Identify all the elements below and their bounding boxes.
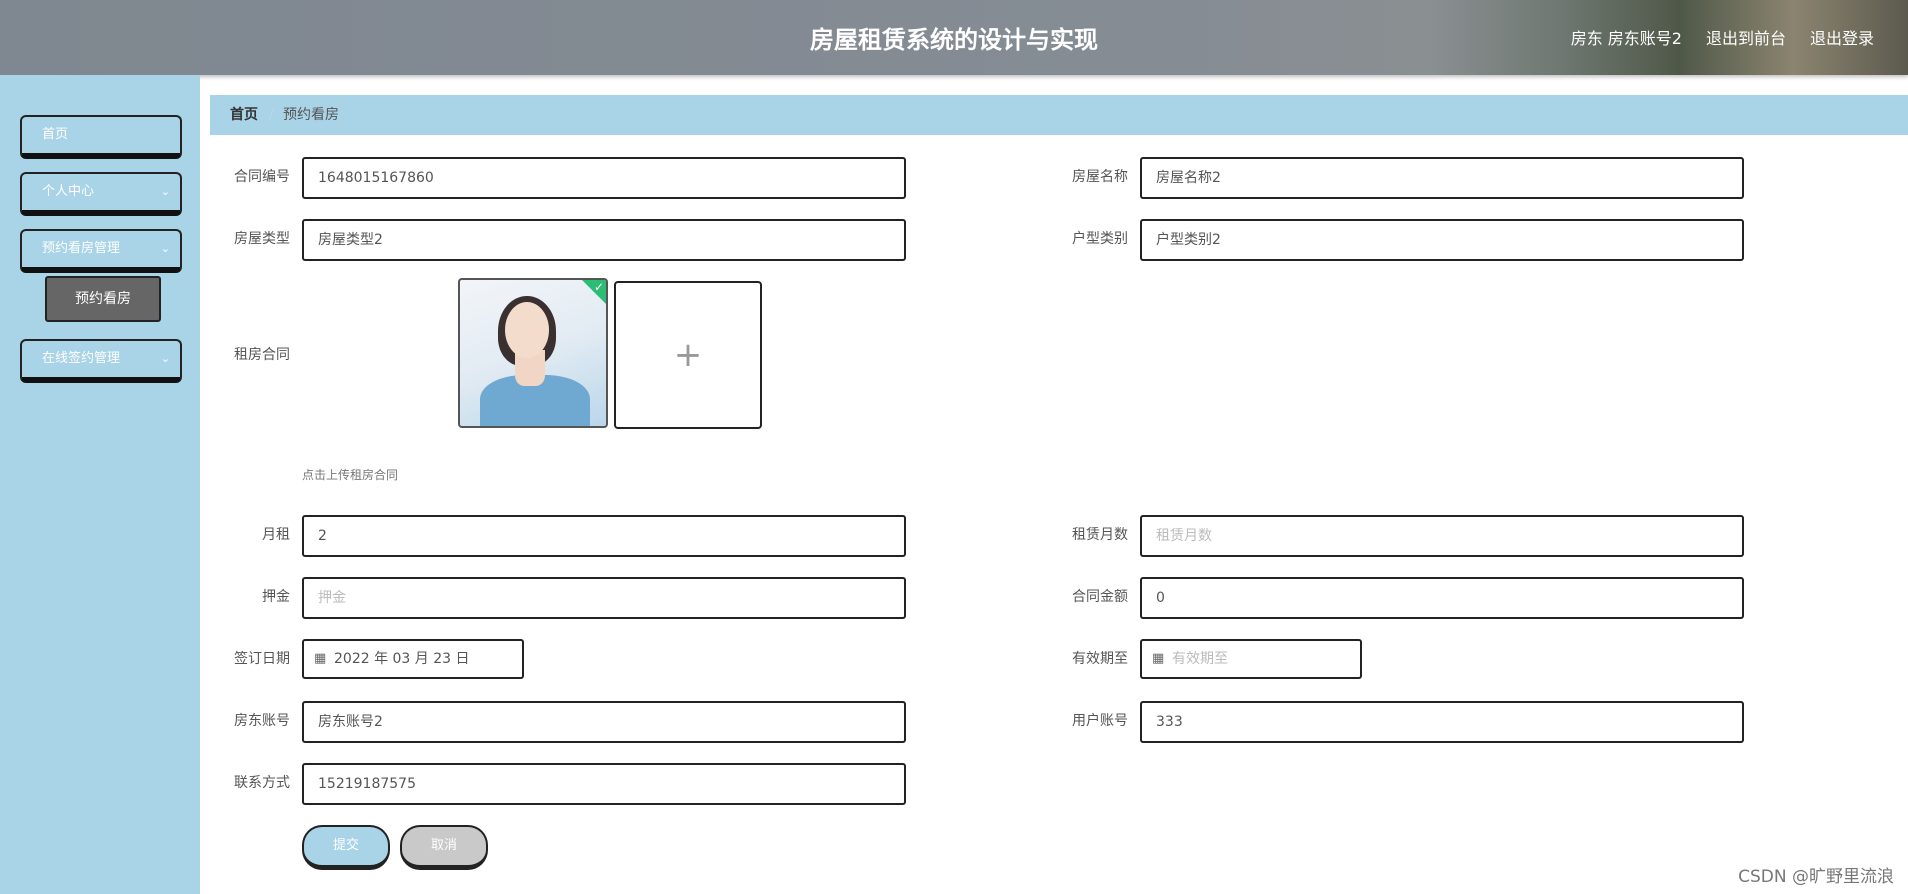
lease-months-input[interactable] <box>1140 515 1744 557</box>
submit-button[interactable]: 提交 <box>302 825 390 870</box>
contract-no-input[interactable] <box>302 157 906 199</box>
contact-label: 联系方式 <box>234 775 290 791</box>
sidebar-item-label: 个人中心 <box>42 184 95 199</box>
logout-link[interactable]: 退出登录 <box>1810 25 1874 49</box>
sign-date-label: 签订日期 <box>234 651 290 667</box>
house-type-label: 房屋类型 <box>234 231 290 247</box>
sidebar-item-viewing-management[interactable]: 预约看房管理 ⌄ <box>20 229 182 273</box>
contract-amount-label: 合同金额 <box>1072 589 1128 605</box>
header-nav: 房东 房东账号2 退出到前台 退出登录 <box>1571 25 1874 49</box>
chevron-down-icon: ⌄ <box>160 242 170 255</box>
valid-until-label: 有效期至 <box>1072 651 1128 667</box>
contract-amount-input[interactable] <box>1140 577 1744 619</box>
sidebar-item-label: 预约看房管理 <box>42 241 121 256</box>
breadcrumb-separator: / <box>269 107 274 123</box>
unit-type-label: 户型类别 <box>1072 231 1128 247</box>
sidebar-item-label: 首页 <box>42 127 69 142</box>
landlord-account-input[interactable] <box>302 701 906 743</box>
breadcrumb: 首页 / 预约看房 <box>210 95 1908 135</box>
watermark: CSDN @旷野里流浪 <box>1738 867 1894 887</box>
house-name-input[interactable] <box>1140 157 1744 199</box>
uploaded-contract-thumbnail[interactable]: ✓ <box>458 278 608 428</box>
unit-type-input[interactable] <box>1140 219 1744 261</box>
sidebar-subitem-viewing[interactable]: 预约看房 <box>45 276 161 322</box>
sidebar: 首页 个人中心 ⌄ 预约看房管理 ⌄ 预约看房 在线签约管理 ⌄ <box>0 75 200 894</box>
sidebar-item-label: 在线签约管理 <box>42 351 121 366</box>
house-type-input[interactable] <box>302 219 906 261</box>
sidebar-item-online-signing[interactable]: 在线签约管理 ⌄ <box>20 339 182 383</box>
calendar-icon: ▦ <box>1152 651 1165 666</box>
lease-months-label: 租赁月数 <box>1072 527 1128 543</box>
valid-until-picker[interactable]: ▦ 有效期至 <box>1140 639 1362 679</box>
valid-until-placeholder: 有效期至 <box>1172 651 1228 667</box>
chevron-down-icon: ⌄ <box>160 185 170 198</box>
contract-no-label: 合同编号 <box>234 169 290 185</box>
upload-hint: 点击上传租房合同 <box>302 468 399 482</box>
deposit-label: 押金 <box>262 589 290 605</box>
sign-date-value: 2022 年 03 月 23 日 <box>334 651 470 667</box>
landlord-account-label: 房东账号 <box>234 713 290 729</box>
deposit-input[interactable] <box>302 577 906 619</box>
breadcrumb-home[interactable]: 首页 <box>230 95 258 135</box>
current-user-label: 房东 房东账号2 <box>1570 29 1682 48</box>
sidebar-item-home[interactable]: 首页 <box>20 115 182 159</box>
monthly-rent-input[interactable] <box>302 515 906 557</box>
user-account-input[interactable] <box>1140 701 1744 743</box>
contact-input[interactable] <box>302 763 906 805</box>
user-account-label: 用户账号 <box>1072 713 1128 729</box>
sign-date-picker[interactable]: ▦ 2022 年 03 月 23 日 <box>302 639 524 679</box>
sidebar-item-personal-center[interactable]: 个人中心 ⌄ <box>20 172 182 216</box>
check-icon: ✓ <box>593 280 604 294</box>
calendar-icon: ▦ <box>314 651 327 666</box>
chevron-down-icon: ⌄ <box>160 352 170 365</box>
upload-add-button[interactable]: + <box>614 281 762 429</box>
rent-contract-label: 租房合同 <box>234 347 290 363</box>
cancel-button[interactable]: 取消 <box>400 825 488 870</box>
breadcrumb-current: 预约看房 <box>283 107 339 123</box>
to-front-link[interactable]: 退出到前台 <box>1706 25 1786 49</box>
house-name-label: 房屋名称 <box>1072 169 1128 185</box>
top-header: 房屋租赁系统的设计与实现 房东 房东账号2 退出到前台 退出登录 <box>0 0 1908 75</box>
monthly-rent-label: 月租 <box>262 527 290 543</box>
